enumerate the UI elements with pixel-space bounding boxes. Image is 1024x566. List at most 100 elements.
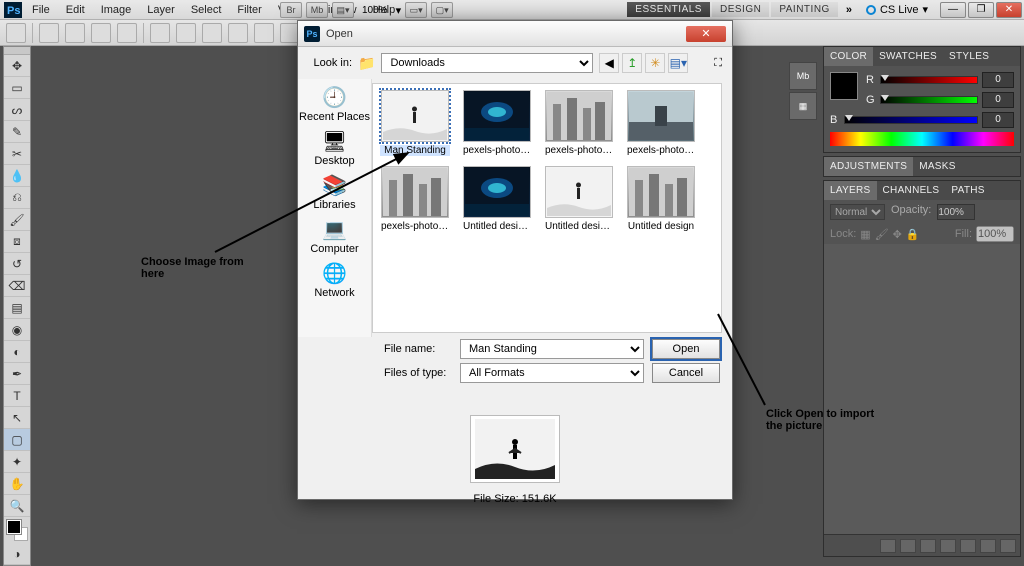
mini-bridge-panel-icon[interactable]: Mb <box>789 62 817 90</box>
healing-tool[interactable]: ⎌ <box>4 187 30 209</box>
file-item[interactable]: pexels-photo-91... <box>461 90 533 156</box>
r-slider[interactable] <box>880 76 978 84</box>
optbar-btn-1[interactable] <box>39 23 59 43</box>
menu-layer[interactable]: Layer <box>139 0 183 20</box>
menu-image[interactable]: Image <box>93 0 140 20</box>
3d-tool[interactable]: ✦ <box>4 451 30 473</box>
crop-tool[interactable]: ✂ <box>4 143 30 165</box>
layers-list[interactable] <box>824 244 1020 534</box>
file-item[interactable]: pexels-photo-11... <box>625 90 697 156</box>
launch-bridge-icon[interactable]: Br <box>280 2 302 18</box>
lock-transparency-icon[interactable]: ▦ <box>860 228 870 241</box>
screen-mode-icon[interactable]: ▢▾ <box>431 2 453 18</box>
path-select-tool[interactable]: ↖ <box>4 407 30 429</box>
tab-swatches[interactable]: SWATCHES <box>873 47 943 66</box>
blend-mode-select[interactable]: Normal <box>830 204 885 220</box>
lasso-tool[interactable]: ᔕ <box>4 99 30 121</box>
toolbox-grip[interactable] <box>4 47 30 55</box>
optbar-btn-7[interactable] <box>202 23 222 43</box>
optbar-btn-2[interactable] <box>65 23 85 43</box>
lock-pixels-icon[interactable]: 🖌 <box>875 228 889 241</box>
optbar-btn-6[interactable] <box>176 23 196 43</box>
zoom-tool[interactable]: 🔍 <box>4 495 30 517</box>
nav-newfolder-icon[interactable]: ✳ <box>645 53 665 73</box>
menu-filter[interactable]: Filter <box>229 0 269 20</box>
tab-paths[interactable]: PATHS <box>945 181 990 200</box>
quick-mask-tool[interactable]: ◑ <box>4 543 30 565</box>
arrange-docs-icon[interactable]: ▭▾ <box>405 2 427 18</box>
menu-select[interactable]: Select <box>183 0 230 20</box>
r-value[interactable]: 0 <box>982 72 1014 88</box>
cs-live[interactable]: CS Live ▾ <box>860 3 934 16</box>
color-swatches[interactable] <box>4 517 30 543</box>
file-item[interactable]: pexels-photo-11... <box>379 166 451 232</box>
fill-input[interactable] <box>976 226 1014 242</box>
optbar-btn-9[interactable] <box>254 23 274 43</box>
move-tool[interactable]: ✥ <box>4 55 30 77</box>
history-panel-icon[interactable]: ▦ <box>789 92 817 120</box>
tab-styles[interactable]: STYLES <box>943 47 995 66</box>
pen-tool[interactable]: ✒ <box>4 363 30 385</box>
menu-file[interactable]: File <box>24 0 58 20</box>
file-item[interactable]: Man Standing <box>379 90 451 156</box>
opacity-input[interactable] <box>937 204 975 220</box>
workspace-essentials[interactable]: ESSENTIALS <box>627 2 710 17</box>
optbar-btn-4[interactable] <box>117 23 137 43</box>
file-browser[interactable]: Man Standingpexels-photo-91...pexels-pho… <box>372 83 722 333</box>
place-desktop[interactable]: 🖥Desktop <box>314 127 354 169</box>
eraser-tool[interactable]: ⌫ <box>4 275 30 297</box>
blur-tool[interactable]: ◉ <box>4 319 30 341</box>
place-libraries[interactable]: 📚Libraries <box>313 171 355 213</box>
place-network[interactable]: 🌐Network <box>314 259 354 301</box>
dialog-titlebar[interactable]: Ps Open ✕ <box>298 21 732 47</box>
tab-channels[interactable]: CHANNELS <box>877 181 946 200</box>
mini-bridge-icon[interactable]: Mb <box>306 2 328 18</box>
g-value[interactable]: 0 <box>982 92 1014 108</box>
place-recent[interactable]: 🕘Recent Places <box>299 83 370 125</box>
file-item[interactable]: pexels-photo-13... <box>543 90 615 156</box>
filetype-select[interactable]: All Formats <box>460 363 644 383</box>
inner-minimize-button[interactable]: — <box>940 2 966 18</box>
optbar-btn-8[interactable] <box>228 23 248 43</box>
spectrum-bar[interactable] <box>830 132 1014 146</box>
lookin-select[interactable]: Downloads <box>381 53 593 73</box>
g-slider[interactable] <box>880 96 978 104</box>
eyedropper-tool[interactable]: 💧 <box>4 165 30 187</box>
preview-image-button[interactable]: ⛶ <box>714 57 722 70</box>
nav-back-icon[interactable]: ◀ <box>599 53 619 73</box>
file-item[interactable]: Untitled design (2) <box>543 166 615 232</box>
shape-tool[interactable]: ▢ <box>4 429 30 451</box>
nav-views-icon[interactable]: ▤▾ <box>668 53 688 73</box>
tab-adjustments[interactable]: ADJUSTMENTS <box>824 157 913 176</box>
tab-masks[interactable]: MASKS <box>913 157 962 176</box>
type-tool[interactable]: T <box>4 385 30 407</box>
history-brush-tool[interactable]: ↺ <box>4 253 30 275</box>
tab-color[interactable]: COLOR <box>824 47 873 66</box>
nav-up-icon[interactable]: ↥ <box>622 53 642 73</box>
lock-all-icon[interactable]: 🔒 <box>906 228 920 241</box>
file-item[interactable]: Untitled design (1) <box>461 166 533 232</box>
marquee-tool[interactable]: ▭ <box>4 77 30 99</box>
b-slider[interactable] <box>844 116 978 124</box>
workspace-more[interactable]: » <box>840 4 858 16</box>
menu-edit[interactable]: Edit <box>58 0 93 20</box>
dialog-close-button[interactable]: ✕ <box>686 26 726 42</box>
workspace-design[interactable]: DESIGN <box>712 2 769 17</box>
workspace-painting[interactable]: PAINTING <box>771 2 837 17</box>
optbar-btn-5[interactable] <box>150 23 170 43</box>
filename-select[interactable]: Man Standing <box>460 339 644 359</box>
cancel-button[interactable]: Cancel <box>652 363 720 383</box>
optbar-btn-3[interactable] <box>91 23 111 43</box>
view-extras-icon[interactable]: ▤▾ <box>332 2 354 18</box>
lock-position-icon[interactable]: ✥ <box>893 228 902 241</box>
dodge-tool[interactable]: ◐ <box>4 341 30 363</box>
stamp-tool[interactable]: ⧈ <box>4 231 30 253</box>
brush-tool[interactable]: 🖌 <box>4 209 30 231</box>
gradient-tool[interactable]: ▤ <box>4 297 30 319</box>
inner-restore-button[interactable]: ❐ <box>968 2 994 18</box>
inner-close-button[interactable]: ✕ <box>996 2 1022 18</box>
current-tool-icon[interactable] <box>6 23 26 43</box>
file-item[interactable]: Untitled design <box>625 166 697 232</box>
tab-layers[interactable]: LAYERS <box>824 181 877 200</box>
place-computer[interactable]: 💻Computer <box>310 215 358 257</box>
